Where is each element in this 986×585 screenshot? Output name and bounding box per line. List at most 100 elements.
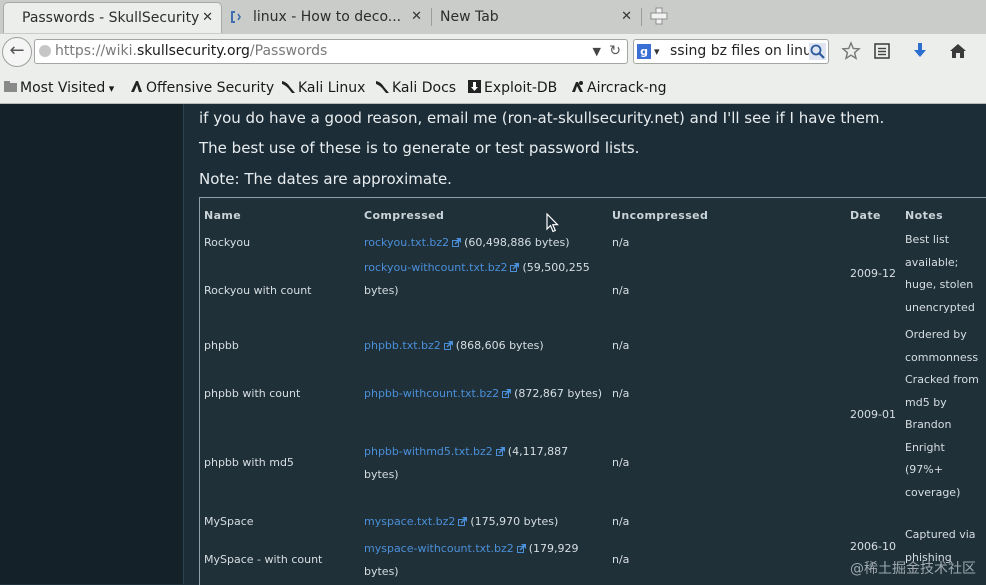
download-link[interactable]: phpbb-withcount.txt.bz2 — [364, 387, 499, 400]
compressed-cell: phpbb.txt.bz2 (868,606 bytes) — [364, 335, 604, 358]
bookmark-label: Most Visited — [20, 80, 106, 96]
folder-icon — [4, 81, 17, 92]
file-size: (872,867 bytes) — [514, 387, 603, 400]
file-size: (868,606 bytes) — [455, 339, 544, 352]
aircrack-icon — [572, 81, 583, 92]
uncompressed-cell: n/a — [612, 456, 630, 469]
uncompressed-cell: n/a — [612, 553, 630, 566]
search-bar[interactable]: g ▾ ssing bz files on linux — [633, 39, 829, 64]
search-input[interactable]: ssing bz files on linux — [670, 43, 820, 59]
search-icon[interactable] — [809, 43, 826, 60]
external-link-icon — [452, 238, 462, 247]
back-arrow-icon: ← — [9, 40, 25, 61]
row-name: MySpace - with count — [204, 553, 323, 566]
download-link[interactable]: phpbb.txt.bz2 — [364, 339, 441, 352]
external-link-icon — [502, 389, 512, 398]
download-link[interactable]: rockyou-withcount.txt.bz2 — [364, 261, 507, 274]
page-content: if you do have a good reason, email me (… — [0, 104, 986, 585]
external-link-icon — [516, 544, 526, 553]
bookmark-star-icon[interactable] — [841, 41, 861, 61]
url-bar[interactable]: https://wiki.skullsecurity.org/Passwords… — [34, 39, 628, 64]
chevron-down-icon: ▾ — [105, 82, 115, 95]
bookmark-kali-linux[interactable]: Kali Linux — [281, 79, 365, 96]
external-link-icon — [510, 263, 520, 272]
bookmark-label: Aircrack-ng — [587, 80, 667, 96]
downloads-icon[interactable] — [910, 41, 930, 61]
row-name: Rockyou — [204, 236, 251, 249]
bookmark-label: Exploit-DB — [484, 80, 558, 96]
url-prefix: https://wiki. — [55, 43, 137, 59]
bookmark-label: Kali Linux — [298, 80, 366, 96]
date-cell: 2009-12 — [850, 267, 896, 280]
external-link-icon — [458, 517, 468, 526]
date-cell: 2009-01 — [850, 408, 896, 421]
back-button[interactable]: ← — [2, 37, 32, 67]
download-link[interactable]: rockyou.txt.bz2 — [364, 236, 449, 249]
tab-title: Passwords - SkullSecurity — [22, 10, 200, 26]
note-line: coverage) — [905, 485, 961, 499]
note-line: Enright — [905, 440, 945, 454]
bookmark-kali-docs[interactable]: Kali Docs — [375, 79, 456, 96]
tab-passwords[interactable]: Passwords - SkullSecurity ✕ — [3, 2, 222, 33]
download-link[interactable]: phpbb-withmd5.txt.bz2 — [364, 445, 493, 458]
compressed-cell: phpbb-withcount.txt.bz2 (872,867 bytes) — [364, 383, 609, 406]
column-header-uncompressed: Uncompressed — [612, 209, 709, 222]
uncompressed-cell: n/a — [612, 515, 630, 528]
bookmark-offensive-security[interactable]: Offensive Security — [129, 79, 274, 96]
new-tab-icon[interactable] — [650, 7, 668, 25]
note-line: Captured via — [905, 528, 976, 541]
kali-dragon-icon — [282, 81, 295, 93]
bookmark-label: Kali Docs — [392, 80, 457, 96]
url-history-dropdown-icon[interactable]: ▼ — [593, 40, 601, 63]
url-host: skullsecurity.org — [136, 43, 250, 59]
exploit-db-icon — [468, 80, 481, 93]
kali-dragon-icon — [376, 81, 389, 93]
note-line: unencrypted — [905, 300, 975, 314]
file-size-cont: bytes) — [364, 467, 399, 481]
bookmarks-toolbar: Most Visited ▾ Offensive Security Kali L… — [0, 70, 986, 104]
reload-icon[interactable]: ↻ — [609, 40, 621, 63]
bookmark-aircrack-ng[interactable]: Aircrack-ng — [570, 79, 667, 96]
close-tab-icon[interactable]: ✕ — [621, 2, 632, 32]
row-name: phpbb with md5 — [204, 456, 294, 469]
compressed-cell: rockyou-withcount.txt.bz2 (59,500,255 byte… — [364, 257, 604, 302]
notes-cell: Best list available; huge, stolen unencr… — [905, 229, 985, 319]
close-tab-icon[interactable]: ✕ — [202, 3, 213, 33]
bookmark-most-visited[interactable]: Most Visited ▾ — [3, 79, 114, 96]
external-link-icon — [495, 447, 505, 456]
engine-dropdown-icon[interactable]: ▾ — [654, 40, 660, 63]
bookmark-label: Offensive Security — [146, 80, 275, 96]
note-line: huge, stolen — [905, 278, 974, 291]
notes-cell: Ordered by commonness Cracked from md5 b… — [905, 324, 986, 504]
compressed-cell: rockyou.txt.bz2 (60,498,886 bytes) — [364, 232, 604, 255]
close-tab-icon[interactable]: ✕ — [411, 2, 422, 32]
row-name: Rockyou with count — [204, 284, 312, 297]
note-line: commonness — [905, 350, 979, 364]
google-engine-icon[interactable]: g — [637, 44, 651, 59]
column-header-name: Name — [204, 209, 242, 222]
uncompressed-cell: n/a — [612, 284, 630, 297]
tab-linux[interactable]: linux - How to deco... ✕ — [224, 2, 430, 33]
download-link[interactable]: myspace-withcount.txt.bz2 — [364, 542, 514, 555]
bookmark-exploit-db[interactable]: Exploit-DB — [467, 79, 557, 96]
column-header-date: Date — [850, 209, 881, 222]
uncompressed-cell: n/a — [612, 387, 630, 400]
note-line: md5 by — [905, 395, 947, 409]
home-icon[interactable] — [948, 41, 968, 61]
globe-icon — [39, 45, 51, 57]
reader-list-icon[interactable] — [872, 41, 892, 61]
note-line: Best list — [905, 233, 950, 246]
file-size: (59,500,255 — [522, 261, 590, 274]
tab-bar: Passwords - SkullSecurity ✕ linux - How … — [0, 0, 986, 35]
usage-paragraph: The best use of these is to generate or … — [199, 139, 640, 157]
compressed-cell: myspace-withcount.txt.bz2 (179,929 bytes) — [364, 538, 604, 583]
column-header-notes: Notes — [905, 209, 944, 222]
note-line: (97%+ — [905, 463, 943, 476]
tab-title: linux - How to deco... — [253, 9, 402, 25]
file-size: (179,929 — [528, 542, 579, 555]
row-name: phpbb with count — [204, 387, 301, 400]
dates-note: Note: The dates are approximate. — [199, 170, 452, 188]
note-line: Brandon — [905, 418, 952, 431]
tab-new[interactable]: New Tab ✕ — [432, 2, 640, 33]
download-link[interactable]: myspace.txt.bz2 — [364, 515, 455, 528]
